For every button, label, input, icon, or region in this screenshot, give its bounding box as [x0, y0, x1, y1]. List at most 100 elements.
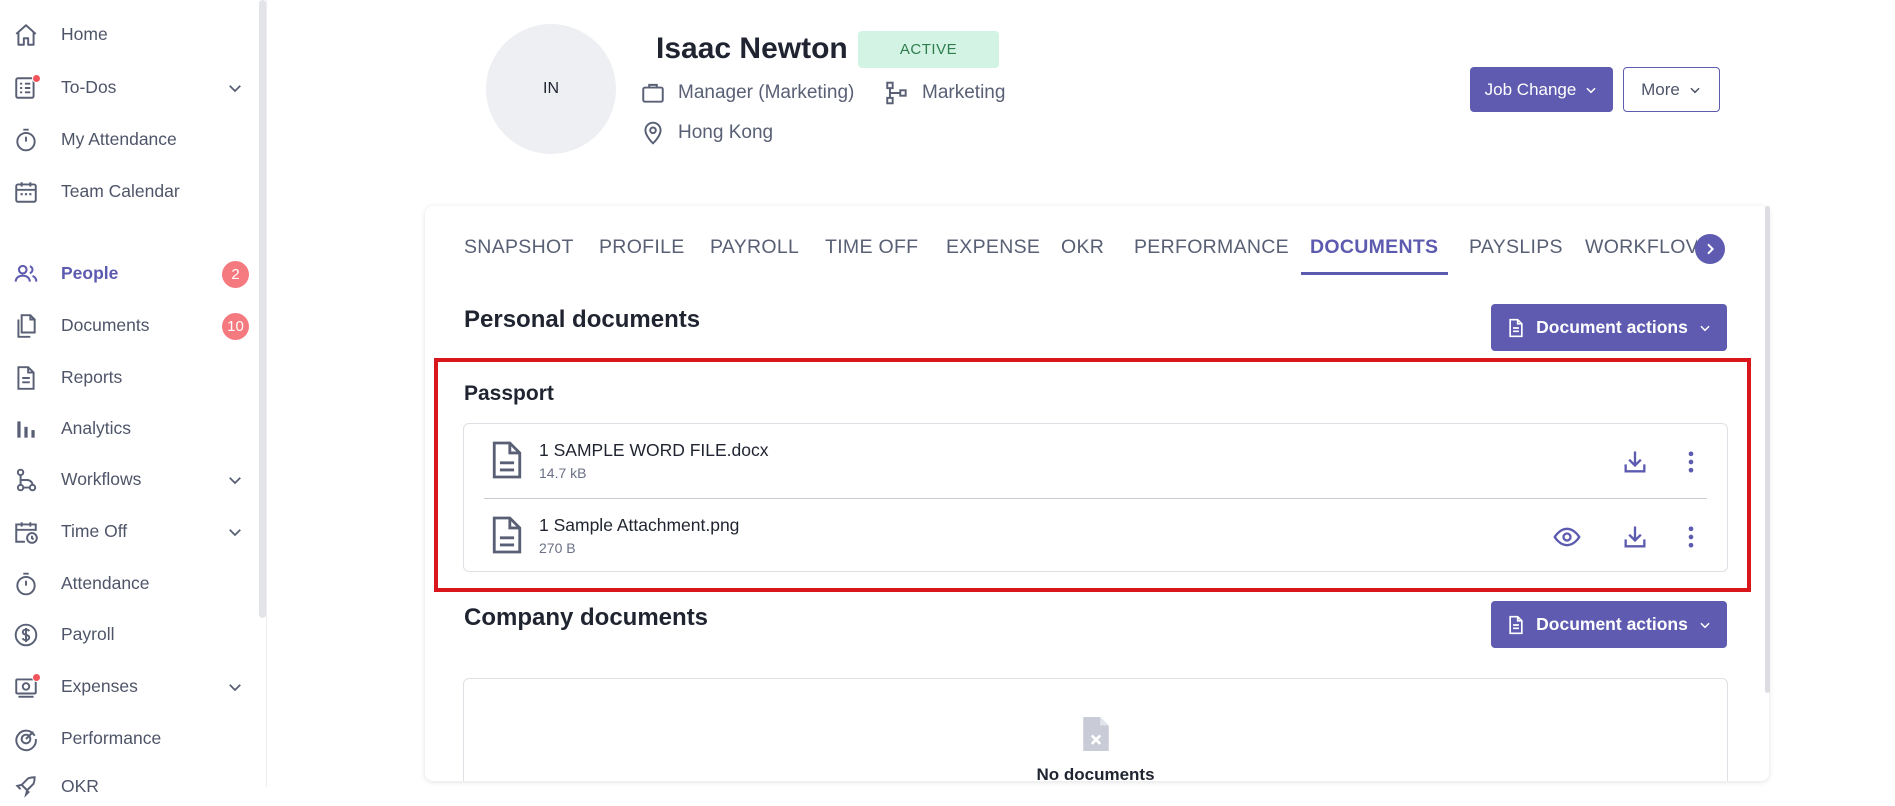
report-icon	[13, 365, 39, 391]
sidebar-item-people[interactable]: People 2	[0, 253, 258, 293]
active-tab-indicator	[1301, 272, 1448, 275]
dollar-circle-icon	[13, 622, 39, 648]
sidebar-item-label: OKR	[61, 775, 99, 796]
sidebar-divider	[266, 0, 267, 787]
personal-documents-title: Personal documents	[464, 306, 701, 333]
content-scrollbar[interactable]	[1765, 206, 1770, 693]
sidebar-item-okr[interactable]: OKR	[0, 766, 258, 806]
department-text: Marketing	[922, 82, 1006, 103]
sidebar: Home To-Dos My Attendance Team Calendar …	[0, 0, 262, 798]
sidebar-item-label: People	[61, 262, 119, 283]
chevron-down-icon	[1584, 83, 1598, 97]
count-badge: 2	[222, 261, 249, 288]
count-badge: 10	[222, 313, 249, 340]
employee-name: Isaac Newton	[656, 32, 848, 65]
org-chart-icon	[884, 80, 910, 106]
sidebar-item-team-calendar[interactable]: Team Calendar	[0, 171, 258, 211]
more-label: More	[1641, 79, 1680, 99]
personal-document-actions-button[interactable]: Document actions	[1491, 304, 1727, 351]
stopwatch-icon	[13, 571, 39, 597]
sidebar-item-label: Workflows	[61, 468, 142, 489]
tab-performance[interactable]: PERFORMANCE	[1134, 236, 1289, 259]
chevron-down-icon	[1698, 618, 1712, 632]
calendar-clock-icon	[13, 519, 39, 545]
sidebar-item-label: Home	[61, 23, 108, 44]
sidebar-item-label: Expenses	[61, 675, 138, 696]
highlight-box	[434, 358, 1751, 592]
tab-okr[interactable]: OKR	[1061, 236, 1104, 259]
sidebar-item-workflows[interactable]: Workflows	[0, 459, 258, 499]
avatar: IN	[486, 24, 616, 154]
document-actions-label: Document actions	[1536, 317, 1688, 337]
document-icon	[1506, 318, 1526, 338]
sidebar-item-analytics[interactable]: Analytics	[0, 408, 258, 448]
sidebar-item-label: Team Calendar	[61, 180, 180, 201]
tab-expense[interactable]: EXPENSE	[946, 236, 1040, 259]
briefcase-icon	[640, 80, 666, 106]
sidebar-item-label: Payroll	[61, 623, 115, 644]
job-title: Manager (Marketing)	[640, 80, 854, 106]
checklist-icon	[13, 74, 41, 101]
company-document-actions-button[interactable]: Document actions	[1491, 601, 1727, 648]
sidebar-item-my-attendance[interactable]: My Attendance	[0, 119, 258, 159]
avatar-initials: IN	[543, 80, 559, 97]
workflow-icon	[13, 467, 39, 493]
people-icon	[13, 261, 39, 287]
tab-documents[interactable]: DOCUMENTS	[1310, 236, 1438, 259]
empty-state-text: No documents	[1036, 765, 1155, 781]
sidebar-item-performance[interactable]: Performance	[0, 718, 258, 758]
sidebar-item-label: Documents	[61, 314, 150, 335]
sidebar-item-label: Reports	[61, 366, 123, 387]
gauge-icon	[13, 726, 39, 752]
home-icon	[13, 22, 39, 48]
job-change-label: Job Change	[1484, 79, 1577, 99]
notification-dot	[32, 74, 41, 83]
tab-profile[interactable]: PROFILE	[599, 236, 685, 259]
documents-icon	[13, 313, 39, 339]
tab-snapshot[interactable]: SNAPSHOT	[464, 236, 574, 259]
rocket-icon	[13, 774, 39, 800]
tab-payroll[interactable]: PAYROLL	[710, 236, 799, 259]
sidebar-item-expenses[interactable]: Expenses	[0, 666, 258, 706]
location: Hong Kong	[640, 120, 773, 146]
status-badge: ACTIVE	[858, 31, 999, 68]
chevron-right-icon	[1702, 241, 1718, 257]
sidebar-scrollbar[interactable]	[259, 0, 266, 618]
tabs-scroll-right-button[interactable]	[1695, 234, 1725, 264]
location-text: Hong Kong	[678, 122, 774, 143]
chevron-down-icon[interactable]	[226, 79, 244, 97]
chevron-down-icon	[1688, 83, 1702, 97]
sidebar-item-attendance[interactable]: Attendance	[0, 563, 258, 603]
department: Marketing	[884, 80, 1005, 106]
bar-chart-icon	[13, 416, 39, 442]
receipt-icon	[13, 673, 41, 700]
empty-file-icon	[1079, 714, 1113, 754]
chevron-down-icon	[1698, 321, 1712, 335]
sidebar-item-documents[interactable]: Documents 10	[0, 305, 258, 345]
notification-dot	[32, 673, 41, 682]
chevron-down-icon[interactable]	[226, 523, 244, 541]
calendar-icon	[13, 179, 39, 205]
chevron-down-icon[interactable]	[226, 678, 244, 696]
sidebar-item-payroll[interactable]: Payroll	[0, 614, 258, 654]
job-change-button[interactable]: Job Change	[1470, 67, 1613, 112]
sidebar-item-label: Attendance	[61, 572, 150, 593]
document-icon	[1506, 615, 1526, 635]
sidebar-item-home[interactable]: Home	[0, 14, 258, 54]
sidebar-item-label: Time Off	[61, 520, 128, 541]
document-actions-label: Document actions	[1536, 614, 1688, 634]
tab-workflows[interactable]: WORKFLOV	[1585, 236, 1697, 259]
stopwatch-icon	[13, 127, 39, 153]
chevron-down-icon[interactable]	[226, 471, 244, 489]
sidebar-item-label: My Attendance	[61, 128, 177, 149]
company-documents-title: Company documents	[464, 604, 709, 631]
sidebar-item-label: To-Dos	[61, 76, 117, 97]
tab-payslips[interactable]: PAYSLIPS	[1469, 236, 1563, 259]
tab-time-off[interactable]: TIME OFF	[825, 236, 918, 259]
more-button[interactable]: More	[1623, 67, 1720, 112]
sidebar-item-time-off[interactable]: Time Off	[0, 511, 258, 551]
empty-state: No documents	[463, 678, 1728, 781]
sidebar-item-todos[interactable]: To-Dos	[0, 67, 258, 107]
job-title-text: Manager (Marketing)	[678, 82, 855, 103]
sidebar-item-reports[interactable]: Reports	[0, 357, 258, 397]
